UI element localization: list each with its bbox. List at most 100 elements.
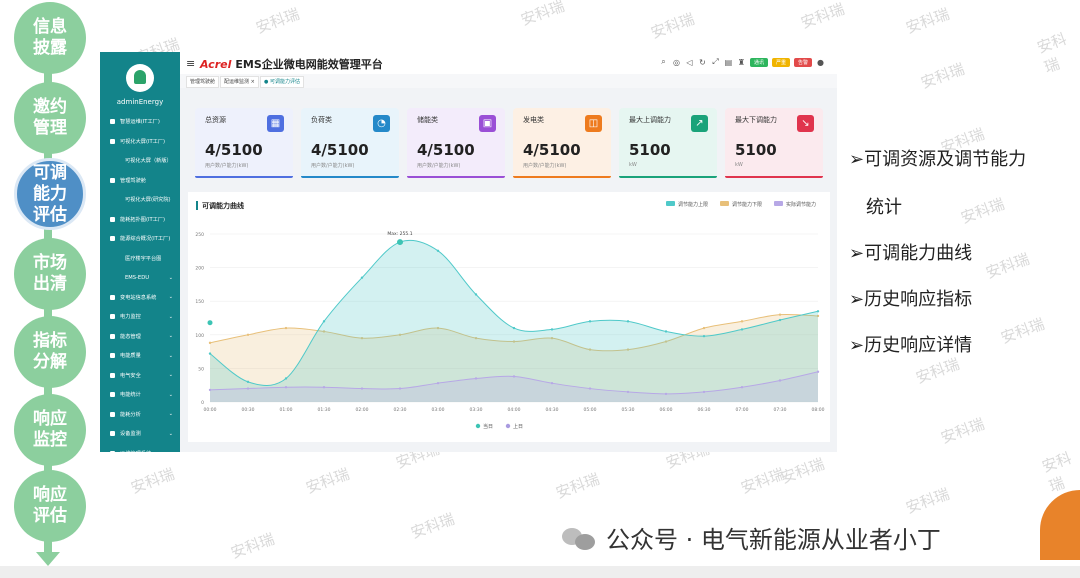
- data-point: [588, 320, 592, 323]
- menu-item-icon: [110, 333, 115, 339]
- data-point: [550, 328, 554, 331]
- capacity-chart: 可调能力曲线 调节能力上限 调节能力下限 实际调节能力 0 50 100 150 200 250 0…: [195, 201, 825, 430]
- user-icon[interactable]: ●: [816, 58, 825, 67]
- sidebar-item[interactable]: 电能质量 ⌄: [100, 346, 180, 366]
- step-label: 邀约 管理: [33, 97, 67, 138]
- sidebar-item[interactable]: 可视化大屏(IT工厂): [100, 132, 180, 152]
- data-point: [246, 333, 250, 336]
- step-6[interactable]: 响应 监控: [14, 394, 86, 466]
- database-icon: ▦: [267, 115, 284, 132]
- sidebar-item-label: 可视化大屏（新版）: [125, 158, 172, 165]
- sidebar-item-label: 变电站信息系统: [120, 294, 157, 301]
- data-point: [360, 387, 364, 390]
- tab[interactable]: 管理驾驶舱: [186, 76, 220, 88]
- document-icon[interactable]: ▤: [724, 58, 733, 67]
- y-tick-label: 150: [195, 299, 204, 305]
- sidebar-item[interactable]: 电气安全 ⌄: [100, 366, 180, 386]
- sidebar-item[interactable]: 医疗楼宇平台图: [100, 249, 180, 269]
- sidebar-item[interactable]: 管理驾驶舱: [100, 171, 180, 191]
- data-point: [284, 386, 288, 389]
- step-7[interactable]: 响应 评估: [14, 470, 86, 542]
- ems-app-window: adminEnergy 智慧运维(IT工厂) 可视化大屏(IT工厂) 可视化大屏（新…: [100, 52, 837, 452]
- status-pill[interactable]: 严重: [771, 57, 790, 67]
- sidebar-item[interactable]: 设备监测 ⌄: [100, 424, 180, 444]
- chart-panel: 可调能力曲线 调节能力上限 调节能力下限 实际调节能力 0 50 100 150 200 250 0…: [188, 192, 830, 442]
- card-title: 储能类: [417, 116, 438, 124]
- watermark-text: 安科瑞: [553, 469, 602, 503]
- sidebar-item-label: 医疗楼宇平台图: [125, 255, 162, 262]
- menu-item-icon: [110, 353, 115, 359]
- data-point: [322, 320, 326, 323]
- sidebar-item-label: 能耗分析: [120, 411, 141, 418]
- bottom-legend-dot: [475, 423, 481, 429]
- data-point: [284, 326, 288, 330]
- x-tick-label: 04:30: [546, 407, 559, 413]
- tab[interactable]: 配运维监测 ×: [220, 76, 259, 88]
- watermark-text: 安科瑞: [738, 464, 787, 498]
- watermark-text: 安科瑞: [903, 484, 952, 518]
- menu-item-icon: [110, 411, 115, 417]
- menu-item-icon: [110, 236, 115, 242]
- x-tick-label: 02:30: [394, 407, 407, 413]
- data-point: [208, 341, 212, 345]
- card-title: 最大下调能力: [735, 116, 777, 124]
- fullscreen-icon[interactable]: ⤢: [711, 57, 720, 67]
- step-3[interactable]: 可调 能力 评估: [14, 158, 86, 230]
- step-5[interactable]: 指标 分解: [14, 316, 86, 388]
- watermark-text: 安科瑞: [918, 59, 967, 93]
- status-pill[interactable]: 告警: [793, 57, 812, 67]
- menu-item-icon: [110, 216, 115, 222]
- sidebar-item[interactable]: 智慧运维(IT工厂): [100, 112, 180, 132]
- data-point: [702, 326, 706, 330]
- watermark-text: 安科瑞: [778, 454, 827, 488]
- card-subtitle: 用户数/户能力(kW): [523, 163, 567, 169]
- bottom-band: [0, 566, 1080, 578]
- speaker-icon[interactable]: ◁: [685, 58, 694, 67]
- sidebar-item-label: 电力监控: [120, 314, 141, 321]
- sidebar-item[interactable]: 电能统计 ⌄: [100, 385, 180, 405]
- sidebar-item-label: 运维管理系统: [120, 450, 151, 452]
- x-tick-label: 01:30: [318, 407, 331, 413]
- menu-item-icon: [110, 177, 115, 183]
- step-label: 响应 评估: [33, 485, 67, 526]
- step-2[interactable]: 邀约 管理: [14, 82, 86, 154]
- card-title: 发电类: [523, 116, 544, 124]
- watermark-text: 安科瑞: [798, 0, 847, 33]
- sidebar-item[interactable]: 可视化大屏(研究院): [100, 190, 180, 210]
- data-point: [664, 392, 668, 396]
- sidebar-item[interactable]: 能耗拓扑图(IT工厂): [100, 210, 180, 230]
- sidebar-item[interactable]: 能源综合概况(IT工厂): [100, 229, 180, 249]
- data-point: [778, 379, 782, 382]
- chart-title-marker: [196, 201, 198, 210]
- x-tick-label: 06:00: [660, 407, 673, 413]
- sidebar-item[interactable]: 运维管理系统 ⌄: [100, 444, 180, 452]
- data-point: [702, 390, 706, 394]
- legend-label: 调节能力下限: [732, 201, 762, 208]
- step-1[interactable]: 信息 披露: [14, 2, 86, 74]
- sidebar-item[interactable]: 电力监控 ⌄: [100, 307, 180, 327]
- card-subtitle: 用户数/户能力(kW): [311, 163, 355, 169]
- sidebar-item[interactable]: 能态管理 ⌄: [100, 327, 180, 347]
- watermark-text: 安科瑞: [128, 464, 177, 498]
- legend-label: 实际调节能力: [786, 201, 816, 208]
- step-4[interactable]: 市场 出清: [14, 238, 86, 310]
- chevron-down-icon: ⌄: [168, 372, 173, 379]
- y-tick-label: 50: [198, 366, 204, 372]
- data-point: [474, 293, 478, 296]
- data-point: [778, 313, 782, 316]
- sidebar-item[interactable]: 可视化大屏（新版）: [100, 151, 180, 171]
- watermark-text: 安科瑞: [998, 314, 1047, 348]
- sidebar-item-label: 电能质量: [120, 353, 141, 360]
- globe-icon[interactable]: ◎: [672, 58, 681, 67]
- status-pill[interactable]: 通讯: [749, 57, 768, 67]
- search-icon[interactable]: ⌕: [659, 57, 668, 67]
- refresh-icon[interactable]: ↻: [698, 58, 707, 67]
- menu-item-icon: [110, 431, 115, 437]
- menu-toggle-icon[interactable]: ≡: [186, 57, 195, 70]
- sidebar-item[interactable]: 变电站信息系统 ⌄: [100, 288, 180, 308]
- sidebar-item[interactable]: 能耗分析 ⌄: [100, 405, 180, 425]
- shirt-icon[interactable]: ♜: [737, 58, 746, 67]
- footer: 公众号 · 电气新能源从业者小丁: [562, 520, 941, 555]
- sidebar-item[interactable]: EMS-EDU ⌄: [100, 268, 180, 288]
- tab[interactable]: ● 可调能力评估: [260, 76, 304, 88]
